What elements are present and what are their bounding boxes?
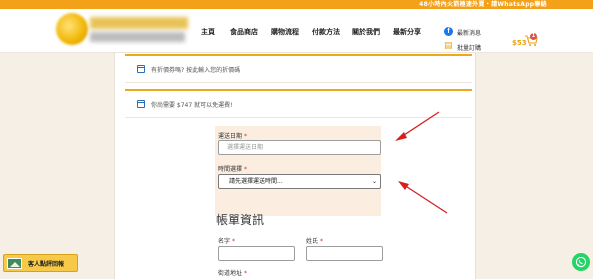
- nav-item-about[interactable]: 關於我們: [352, 27, 380, 37]
- customer-reviews-label: 客人點評回報: [28, 261, 65, 268]
- nav-item-home[interactable]: 主頁: [201, 27, 215, 37]
- logo-tagline-blurred: [90, 32, 185, 42]
- site-header: 主頁 食品商店 購物流程 付款方法 關於我們 最新分享 f 最新消息 ▤ 批量訂…: [0, 9, 593, 53]
- delivery-date-input[interactable]: 選擇運送日期: [218, 140, 381, 155]
- facebook-icon[interactable]: f: [444, 27, 453, 36]
- delivery-time-selected: 請先選擇運送時間...: [229, 178, 283, 185]
- nav-item-payment[interactable]: 付款方法: [312, 27, 340, 37]
- last-name-label: 姓氏 *: [306, 236, 323, 245]
- time-select-label-text: 時間選擇: [218, 166, 243, 173]
- billing-title: 帳單資訊: [216, 213, 265, 227]
- first-name-input[interactable]: [218, 246, 295, 261]
- promo-bar: 48小時內火箭極速外賣・請WhatsApp聯絡: [0, 0, 593, 9]
- required-mark: *: [243, 166, 247, 173]
- last-name-label-text: 姓氏: [306, 238, 319, 245]
- required-mark: *: [243, 270, 247, 277]
- free-shipping-notice: 你尚需要 $747 就可以免運費!: [125, 89, 472, 118]
- photo-icon: [7, 258, 22, 269]
- site-logo[interactable]: [56, 11, 191, 51]
- checkout-panel: 有折價券嗎? 按此輸入您的折價碼 你尚需要 $747 就可以免運費! 運送日期 …: [114, 53, 476, 279]
- first-name-label: 名字 *: [218, 236, 235, 245]
- required-mark: *: [319, 238, 323, 245]
- required-mark: *: [243, 133, 247, 140]
- customer-reviews-button[interactable]: 客人點評回報: [3, 254, 78, 272]
- nav-item-shopping-flow[interactable]: 購物流程: [271, 27, 299, 37]
- street-address-label-text: 街道地址: [218, 270, 243, 277]
- logo-emblem: [56, 13, 88, 45]
- street-address-label: 街道地址 *: [218, 268, 247, 277]
- whatsapp-icon: [575, 256, 587, 268]
- last-name-input[interactable]: [306, 246, 383, 261]
- promo-text: 48小時內火箭極速外賣・請WhatsApp聯絡: [419, 1, 547, 8]
- cart-count-badge: 1: [530, 33, 537, 40]
- free-shipping-text: 你尚需要 $747 就可以免運費!: [151, 102, 233, 109]
- nav-item-shop[interactable]: 食品商店: [230, 27, 258, 37]
- first-name-label-text: 名字: [218, 238, 231, 245]
- bulk-order-link[interactable]: 批量訂購: [457, 43, 481, 52]
- clipboard-icon[interactable]: ▤: [444, 41, 454, 51]
- coupon-notice-text[interactable]: 有折價券嗎? 按此輸入您的折價碼: [151, 65, 240, 74]
- whatsapp-button[interactable]: [572, 253, 590, 271]
- news-link[interactable]: 最新消息: [457, 28, 481, 37]
- delivery-date-label: 運送日期 *: [218, 131, 247, 140]
- window-icon: [137, 100, 145, 108]
- nav-item-latest-share[interactable]: 最新分享: [393, 27, 421, 37]
- logo-wordmark-blurred: [90, 17, 188, 29]
- delivery-time-select[interactable]: 請先選擇運送時間... ⌄: [218, 174, 381, 189]
- delivery-date-label-text: 運送日期: [218, 133, 243, 140]
- time-select-label: 時間選擇 *: [218, 164, 247, 173]
- chevron-down-icon: ⌄: [371, 178, 377, 185]
- required-mark: *: [231, 238, 235, 245]
- window-icon: [137, 65, 145, 73]
- coupon-notice[interactable]: 有折價券嗎? 按此輸入您的折價碼: [125, 54, 472, 83]
